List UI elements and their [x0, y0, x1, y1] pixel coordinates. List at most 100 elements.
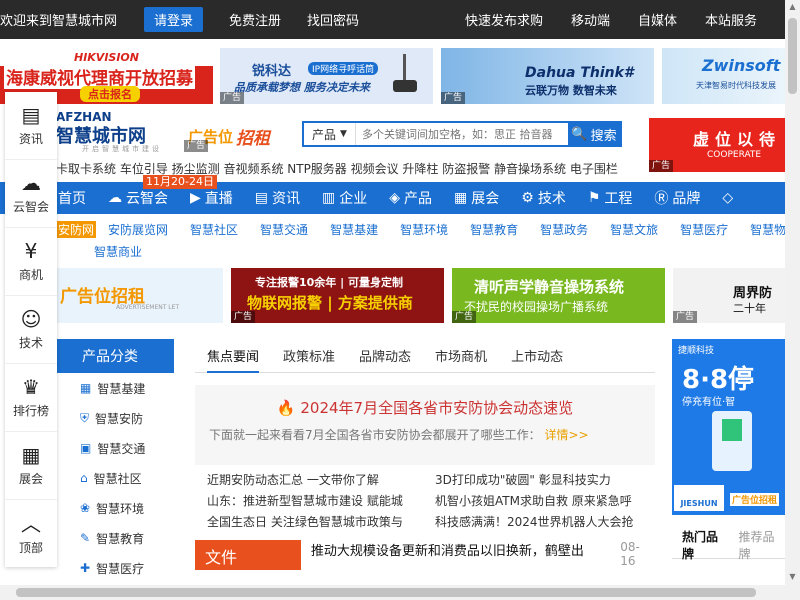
tab-recommended-brand[interactable]: 推荐品牌 — [739, 528, 786, 562]
hot-keywords[interactable]: 卡取卡系统 车位引导 扬尘监测 音视频系统 NTP服务器 视频会议 升降柱 防盗… — [56, 160, 618, 177]
nav-cloud-conference[interactable]: ☁ 云智会 — [108, 188, 168, 208]
sidebar-item-cloud-conference[interactable]: ☁ 云智会 — [5, 160, 57, 228]
category-item[interactable]: ▦ 智慧基建 — [56, 373, 174, 403]
nav-home[interactable]: 首页 — [58, 188, 86, 208]
sidebar-item-tech[interactable]: ☺ 技术 — [5, 296, 57, 364]
ad-label: 广告 — [452, 311, 477, 323]
category-label: 智慧环境 — [96, 501, 145, 516]
nav-enterprise[interactable]: ▥ 企业 — [322, 188, 367, 208]
featured-news[interactable]: 🔥 2024年7月全国各省市安防协会动态速览 下面就一起来看看7月全国各省市安防… — [195, 385, 655, 465]
playground-ad-sub: 不扰民的校园操场广播系统 — [464, 300, 609, 314]
nav-brand[interactable]: Ⓡ 品牌 — [654, 188, 700, 208]
nav-products[interactable]: ◈ 产品 — [389, 188, 432, 208]
vertical-scrollbar[interactable]: ▲ ▼ — [785, 0, 800, 600]
publish-request-link[interactable]: 快速发布求购 — [465, 10, 543, 29]
ruikeda-banner[interactable]: 锐科达 IP网络寻呼话筒 品质承载梦想 服务决定未来 广告 — [220, 48, 433, 104]
site-services-link[interactable]: 本站服务 — [705, 10, 757, 29]
horizontal-scrollbar[interactable] — [0, 585, 785, 600]
fire-icon: 🔥 — [276, 399, 296, 417]
news-item[interactable]: 全国生态日 关注绿色智慧城市政策与 — [207, 513, 435, 534]
subnav-item[interactable]: 智慧商业 — [94, 243, 142, 260]
tab-policy[interactable]: 政策标准 — [283, 346, 335, 365]
tab-brand-news[interactable]: 品牌动态 — [359, 346, 411, 365]
vertical-scroll-thumb[interactable] — [788, 18, 797, 94]
subnav-item[interactable]: 智慧政务 — [540, 221, 588, 238]
perimeter-ad[interactable]: 周界防 二十年 广告 — [673, 268, 785, 323]
scroll-down-arrow-icon[interactable]: ▼ — [785, 572, 800, 586]
caret-down-icon: ▼ — [340, 129, 347, 139]
subnav-item[interactable]: 智慧医疗 — [680, 221, 728, 238]
jieshun-ad[interactable]: 捷顺科技 8·8停 停充有位·智 JIESHUN 广告位招租 — [672, 339, 785, 515]
news-item[interactable]: 近期安防动态汇总 一文带你了解 — [207, 471, 435, 492]
news-list: 近期安防动态汇总 一文带你了解 3D打印成功"破圆" 彰显科技实力 山东：推进新… — [195, 471, 655, 534]
page: 欢迎来到智慧城市网 请登录 免费注册 找回密码 快速发布求购 移动端 自媒体 本… — [0, 0, 800, 600]
register-link[interactable]: 免费注册 — [229, 10, 281, 29]
vacancy-promo[interactable]: 虚位以待 COOPERATE 广告 — [649, 118, 785, 172]
category-item[interactable]: ❀ 智慧环境 — [56, 493, 174, 523]
scroll-up-arrow-icon[interactable]: ▲ — [785, 2, 800, 16]
nav-tech[interactable]: ⚙ 技术 — [521, 188, 566, 208]
subnav-item[interactable]: 安防网 — [56, 220, 97, 238]
category-item[interactable]: ✚ 智慧医疗 — [56, 553, 174, 583]
tab-hot-brand[interactable]: 热门品牌 — [672, 528, 739, 562]
vacancy-text: 虚位以待 — [693, 130, 782, 149]
cloud-person-icon: ☁ — [21, 171, 41, 195]
sidebar-item-ranking[interactable]: ♛ 排行榜 — [5, 364, 57, 432]
trophy-icon: ♛ — [22, 375, 40, 399]
search-category-select[interactable]: 产品 ▼ — [304, 123, 356, 145]
cloud-icon: ☁ — [108, 190, 122, 206]
sidebar-label: 技术 — [18, 336, 43, 350]
sidebar-item-top[interactable]: ︿ 顶部 — [5, 500, 57, 568]
ad-label: 广告 — [220, 92, 245, 104]
horizontal-scroll-thumb[interactable] — [16, 588, 756, 597]
nav-label: 品牌 — [672, 191, 701, 207]
self-media-link[interactable]: 自媒体 — [638, 10, 677, 29]
sidebar-item-news[interactable]: ▤ 资讯 — [5, 92, 57, 160]
nav-more[interactable]: ◇ — [722, 190, 737, 206]
rental-ad-small[interactable]: 广告位 招租 广告 — [184, 110, 276, 152]
site-logo[interactable]: AFZHAN 智慧城市网 开启智慧城市建设 — [42, 110, 182, 156]
nav-exhibition[interactable]: ▦ 展会 — [454, 188, 499, 208]
sidebar-item-exhibition[interactable]: ▦ 展会 — [5, 432, 57, 500]
tab-focus-news[interactable]: 焦点要闻 — [207, 346, 260, 373]
nav-news[interactable]: ▤ 资讯 — [255, 188, 300, 208]
alarm-iot-ad[interactable]: 专注报警10余年 | 可量身定制 物联网报警 | 方案提供商 广告 — [231, 268, 444, 323]
subnav-item[interactable]: 智慧社区 — [190, 221, 238, 238]
featured-desc: 下面就一起来看看7月全国各省市安防协会都展开了哪些工作： — [209, 428, 541, 442]
search-input[interactable] — [356, 123, 568, 145]
quiet-playground-ad[interactable]: 清听声学静音操场系统 不扰民的校园操场广播系统 广告 — [452, 268, 665, 323]
headline-news[interactable]: 文件 推动大规模设备更新和消费品以旧换新，鹤壁出 08-16 — [195, 540, 655, 570]
brand-tabs: 热门品牌 推荐品牌 — [672, 528, 786, 562]
rental-ad-wide[interactable]: 广告位招租 ADVERTISEMENT LET — [56, 268, 223, 323]
infrastructure-icon: ▦ — [80, 381, 92, 395]
nav-live[interactable]: ▶ 直播 — [190, 188, 233, 208]
subnav-item[interactable]: 智慧交通 — [260, 221, 308, 238]
category-item[interactable]: ⌂ 智慧社区 — [56, 463, 174, 493]
featured-more-link[interactable]: 详情>> — [544, 428, 588, 442]
subnav-item[interactable]: 智慧基建 — [330, 221, 378, 238]
subnav-item[interactable]: 智慧环境 — [400, 221, 448, 238]
news-item[interactable]: 科技感满满！2024世界机器人大会抢 — [435, 513, 663, 534]
dahua-banner[interactable]: Dahua Think# 云联万物 数智未来 广告 — [441, 48, 654, 104]
category-item[interactable]: ▣ 智慧交通 — [56, 433, 174, 463]
zwinsoft-banner[interactable]: Zwinsoft 天津智易时代科技发展 — [662, 48, 785, 104]
news-item[interactable]: 山东：推进新型智慧城市建设 赋能城 — [207, 492, 435, 513]
search-button[interactable]: 🔍 搜索 — [568, 123, 620, 145]
news-item[interactable]: 3D打印成功"破圆" 彰显科技实力 — [435, 471, 663, 492]
nav-label: 展会 — [471, 191, 500, 207]
nav-engineering[interactable]: ⚑ 工程 — [588, 188, 633, 208]
tab-market[interactable]: 市场商机 — [435, 346, 487, 365]
subnav-item[interactable]: 智慧教育 — [470, 221, 518, 238]
category-item[interactable]: ⛨ 智慧安防 — [56, 403, 174, 433]
environment-icon: ❀ — [80, 501, 91, 515]
featured-desc-row: 下面就一起来看看7月全国各省市安防协会都展开了哪些工作： 详情>> — [205, 426, 645, 443]
mobile-link[interactable]: 移动端 — [571, 10, 610, 29]
category-item[interactable]: ✎ 智慧教育 — [56, 523, 174, 553]
tab-listing[interactable]: 上市动态 — [511, 346, 563, 365]
sidebar-item-business[interactable]: ¥ 商机 — [5, 228, 57, 296]
subnav-item[interactable]: 智慧文旅 — [610, 221, 658, 238]
subnav-item[interactable]: 安防展览网 — [108, 221, 168, 238]
news-item[interactable]: 机智小孩姐ATM求助自救 原来紧急呼 — [435, 492, 663, 513]
login-button[interactable]: 请登录 — [144, 7, 204, 32]
recover-password-link[interactable]: 找回密码 — [307, 10, 359, 29]
